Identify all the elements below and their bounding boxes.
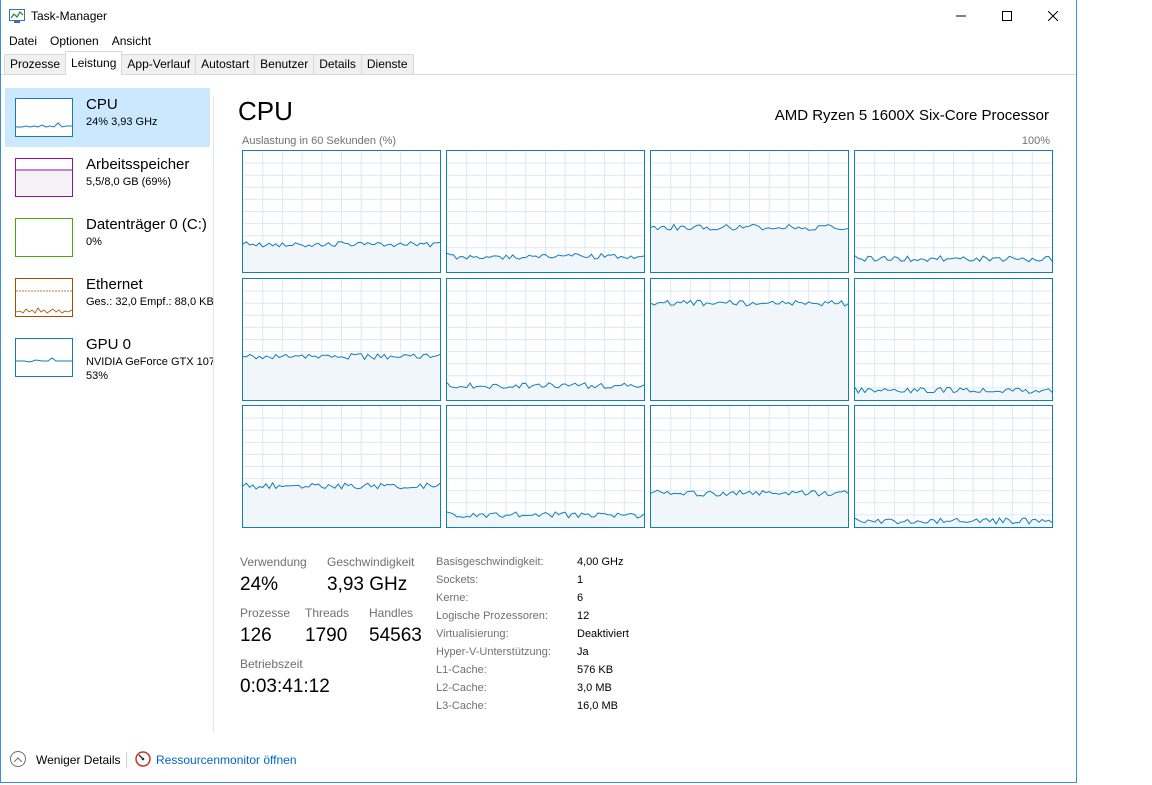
core-graph-1 [446, 150, 645, 273]
menu-optionen[interactable]: Optionen [45, 34, 104, 48]
cpu-core-graphs [242, 150, 1053, 529]
sidebar-item-label: CPU [86, 96, 118, 113]
fewer-details-button[interactable]: Weniger Details [36, 753, 120, 767]
disk-thumbnail [15, 218, 73, 257]
sidebar-item-sub: 0% [86, 236, 102, 248]
core-graph-5 [446, 277, 645, 401]
speed-value: 3,93 GHz [327, 574, 408, 595]
tab-prozesse[interactable]: Prozesse [4, 54, 67, 74]
detail-key: Kerne: [436, 592, 469, 604]
detail-value: 6 [577, 592, 584, 604]
detail-value: 3,0 MB [577, 682, 612, 694]
page-title: CPU [238, 96, 293, 126]
detail-key: Hyper-V-Unterstützung: [436, 646, 551, 658]
core-graph-8 [242, 405, 441, 528]
footer-bar: Weniger Details Ressourcenmonitor öffnen [1, 744, 1076, 776]
detail-key: L1-Cache: [436, 664, 487, 676]
gpu-thumbnail [15, 338, 73, 377]
processes-value: 126 [240, 625, 272, 646]
tab-dienste[interactable]: Dienste [360, 54, 414, 74]
speed-label: Geschwindigkeit [327, 555, 415, 569]
detail-value: 16,0 MB [577, 700, 618, 712]
processor-name: AMD Ryzen 5 1600X Six-Core Processor [774, 107, 1049, 124]
sidebar-item-label: Datenträger 0 (C:) [86, 216, 207, 233]
processes-label: Prozesse [240, 606, 291, 620]
handles-label: Handles [369, 606, 414, 620]
detail-key: Virtualisierung: [436, 628, 509, 640]
minimize-button[interactable] [938, 0, 984, 31]
tab-autostart[interactable]: Autostart [195, 54, 256, 74]
core-graph-0 [242, 150, 441, 273]
sidebar-item-sub: Ges.: 32,0 Empf.: 88,0 KBit/s [86, 296, 213, 308]
core-graph-9 [446, 405, 645, 528]
tab-app-verlauf[interactable]: App-Verlauf [121, 54, 197, 74]
tab-bar: Prozesse Leistung App-Verlauf Autostart … [1, 50, 1076, 75]
usage-label: Verwendung [240, 555, 307, 569]
handles-value: 54563 [369, 625, 422, 646]
detail-value: 12 [577, 610, 590, 622]
window-title: Task-Manager [31, 8, 108, 23]
menu-bar: Datei Optionen Ansicht [1, 31, 1076, 50]
sidebar-item-sub: NVIDIA GeForce GTX 1070 [86, 356, 213, 368]
core-graph-4 [242, 277, 441, 401]
detail-value: Ja [577, 646, 589, 658]
maximize-button[interactable] [984, 0, 1030, 31]
ethernet-thumbnail [15, 278, 73, 317]
close-icon [1048, 10, 1058, 21]
close-button[interactable] [1030, 0, 1076, 31]
core-graph-2 [650, 150, 849, 273]
detail-key: Logische Prozessoren: [436, 610, 548, 622]
sidebar-item-label: Arbeitsspeicher [86, 156, 190, 173]
detail-key: L3-Cache: [436, 700, 487, 712]
detail-value: 1 [577, 574, 584, 586]
tab-benutzer[interactable]: Benutzer [254, 54, 315, 74]
detail-key: L2-Cache: [436, 682, 487, 694]
axis-label: Auslastung in 60 Sekunden (%) [242, 135, 397, 147]
core-graph-10 [650, 405, 849, 528]
sidebar-item-sub: 5,5/8,0 GB (69%) [86, 176, 171, 188]
sidebar-item-sub2: 53% [86, 370, 109, 382]
task-manager-window: Task-Manager Datei Optionen Ansicht Proz… [0, 0, 1077, 783]
sidebar-item-cpu[interactable]: CPU 24% 3,93 GHz [5, 88, 210, 147]
menu-datei[interactable]: Datei [4, 34, 42, 48]
sidebar-divider [213, 96, 214, 732]
uptime-label: Betriebszeit [240, 657, 303, 671]
sidebar-item-memory[interactable]: Arbeitsspeicher 5,5/8,0 GB (69%) [5, 148, 210, 207]
resource-sidebar: CPU 24% 3,93 GHz Arbeitsspeicher 5,5/8,0… [1, 76, 213, 732]
tab-leistung[interactable]: Leistung [65, 51, 123, 75]
menu-ansicht[interactable]: Ansicht [107, 34, 156, 48]
core-graph-6 [650, 277, 849, 401]
chevron-up-icon[interactable] [10, 751, 26, 767]
uptime-value: 0:03:41:12 [240, 676, 330, 697]
detail-value: 4,00 GHz [577, 556, 624, 568]
threads-label: Threads [305, 606, 350, 620]
core-graph-11 [854, 405, 1053, 528]
memory-thumbnail [15, 158, 73, 197]
title-bar: Task-Manager [1, 0, 1076, 31]
sidebar-item-gpu[interactable]: GPU 0 NVIDIA GeForce GTX 1070 53% [5, 328, 213, 387]
task-manager-icon [9, 8, 25, 23]
usage-value: 24% [240, 574, 279, 595]
maximize-icon [1002, 10, 1012, 21]
resource-monitor-icon [135, 751, 151, 767]
sidebar-item-disk[interactable]: Datenträger 0 (C:) 0% [5, 208, 210, 267]
sidebar-item-label: Ethernet [86, 276, 143, 293]
resource-monitor-link[interactable]: Ressourcenmonitor öffnen [156, 753, 297, 767]
core-graph-7 [854, 277, 1053, 401]
axis-max-label: 100% [1021, 135, 1050, 147]
footer-separator [126, 752, 127, 768]
detail-value: Deaktiviert [577, 628, 629, 640]
sidebar-item-sub: 24% 3,93 GHz [86, 116, 158, 128]
sidebar-item-ethernet[interactable]: Ethernet Ges.: 32,0 Empf.: 88,0 KBit/s [5, 268, 213, 327]
minimize-icon [956, 15, 966, 16]
detail-key: Sockets: [436, 574, 479, 586]
cpu-thumbnail [15, 98, 73, 137]
detail-key: Basisgeschwindigkeit: [436, 556, 544, 568]
sidebar-item-label: GPU 0 [86, 336, 132, 353]
tab-details[interactable]: Details [313, 54, 362, 74]
core-graph-3 [854, 150, 1053, 273]
detail-value: 576 KB [577, 664, 614, 676]
threads-value: 1790 [305, 625, 348, 646]
